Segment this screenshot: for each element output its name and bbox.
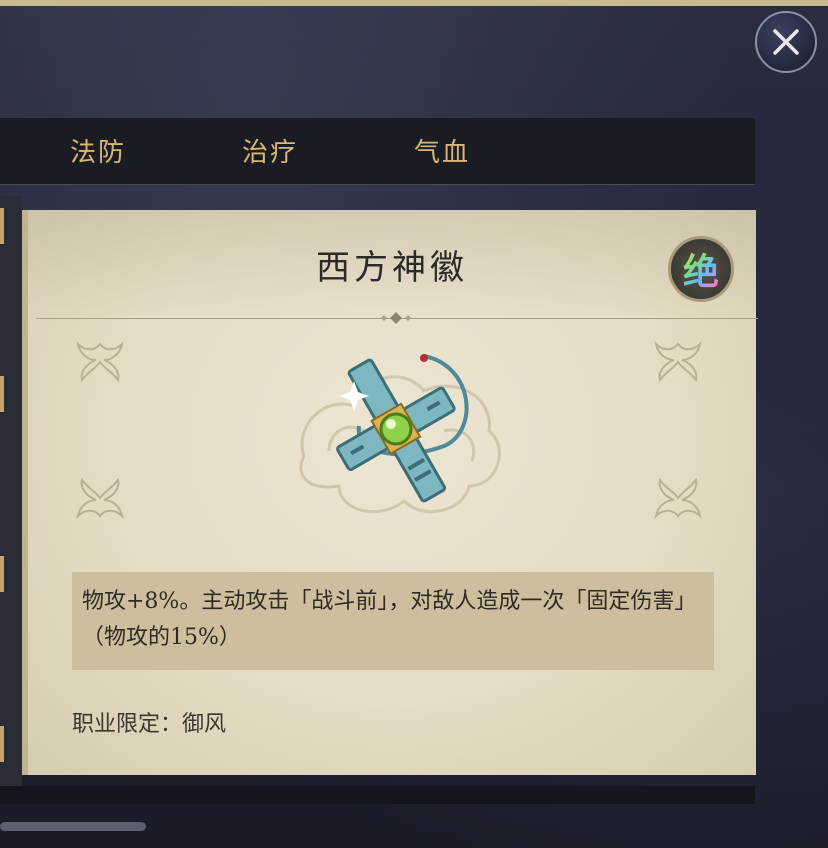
- item-detail-card: 西方神徽 绝 物攻+8%。主动攻击「战斗前」，对敌人造成一次「固定伤害」（物攻的…: [22, 210, 758, 775]
- list-tick: [0, 726, 4, 762]
- top-frame-strip: [0, 0, 828, 6]
- cross-emblem-icon: [299, 354, 501, 514]
- tab-bar: 法防 治疗 气血: [0, 118, 755, 185]
- list-tick: [0, 376, 4, 412]
- tab-hp[interactable]: 气血: [414, 132, 470, 169]
- horizontal-scrollbar[interactable]: [0, 822, 146, 831]
- tab-healing[interactable]: 治疗: [242, 132, 298, 169]
- flourish-icon: [76, 340, 124, 383]
- divider-ornament-icon: [381, 312, 411, 324]
- list-tick: [0, 208, 4, 244]
- rank-badge: 绝: [668, 236, 734, 302]
- close-icon: [773, 29, 799, 55]
- list-tick: [0, 556, 4, 592]
- flourish-icon: [654, 477, 702, 520]
- panel-bottom-bar: [0, 786, 755, 804]
- tab-magic-defense[interactable]: 法防: [70, 132, 126, 169]
- class-restriction: 职业限定：御风: [72, 712, 227, 737]
- flourish-icon: [654, 340, 702, 383]
- background: 法防 治疗 气血 西方神徽 绝 物攻+8%。主动攻击「战斗前」，对敌人造成一次「…: [0, 0, 828, 848]
- flourish-icon: [76, 477, 124, 520]
- rank-label: 绝: [683, 243, 719, 295]
- item-description: 物攻+8%。主动攻击「战斗前」，对敌人造成一次「固定伤害」（物攻的15%）: [72, 572, 714, 670]
- close-button[interactable]: [755, 11, 817, 73]
- item-title: 西方神徽: [316, 248, 468, 288]
- list-edge: [0, 196, 22, 786]
